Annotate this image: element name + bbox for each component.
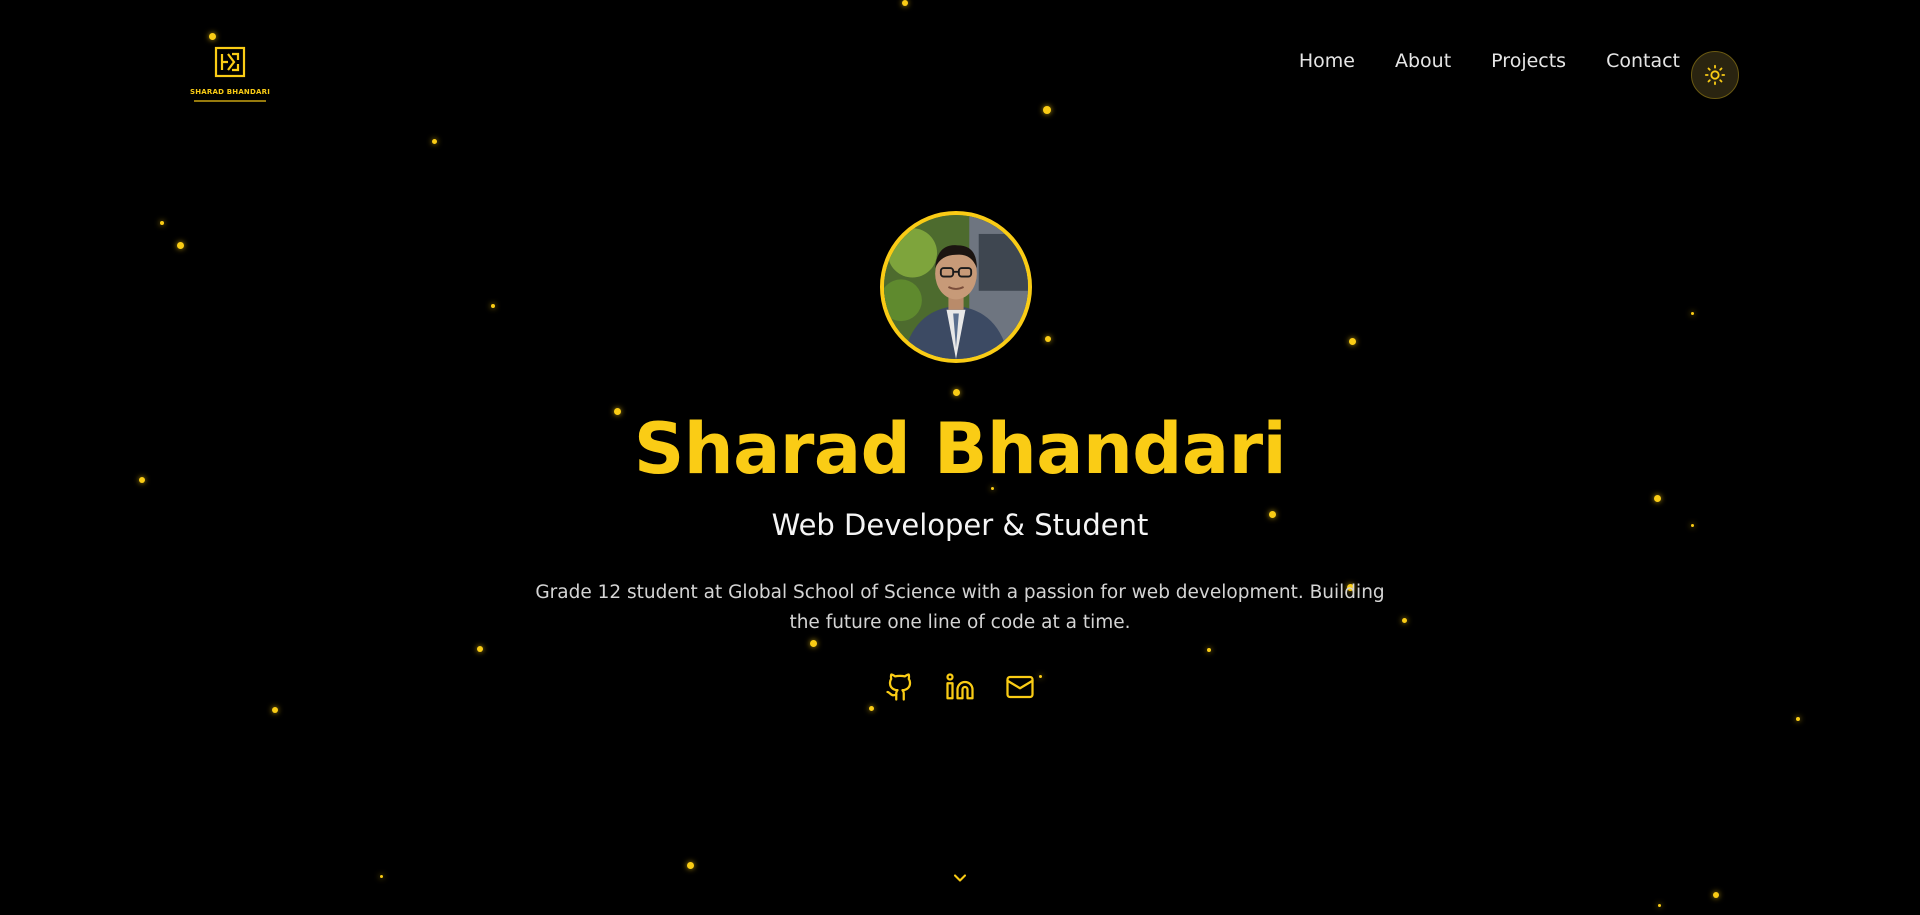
particle-dot [1348,337,1356,345]
linkedin-icon [946,673,974,700]
email-link[interactable] [1005,672,1035,702]
particle-dot [1045,336,1051,342]
particle-dot [1043,106,1051,114]
particle-dot [686,861,694,869]
hero-bio: Grade 12 student at Global School of Sci… [535,582,1385,633]
particle-dot [491,304,495,308]
particle-dot [431,138,437,144]
github-link[interactable] [885,672,915,702]
particle-dot [1690,311,1694,315]
logo-underline [194,100,266,102]
particle-dot [1207,648,1211,652]
particle-dot [1713,892,1719,898]
logo-text: SHARAD BHANDARI [189,88,271,96]
particle-dot [1796,717,1800,721]
particle-dot [868,705,874,711]
chevron-down-icon[interactable] [950,868,970,888]
page: SHARAD BHANDARI Home About Projects Cont… [0,0,1920,915]
nav-about[interactable]: About [1395,50,1451,72]
linkedin-link[interactable] [945,672,975,702]
particle-dot [1653,494,1661,502]
sb-monogram-icon [214,46,246,78]
particle-dot [1657,903,1661,907]
theme-toggle-button[interactable] [1691,51,1739,99]
nav-projects[interactable]: Projects [1491,50,1566,72]
mail-icon [1006,675,1034,699]
hero-role: Web Developer & Student [771,508,1149,542]
particle-dot [1401,617,1407,623]
social-links [0,672,1920,702]
main-nav: Home About Projects Contact [1299,50,1680,72]
particle-dot [477,646,483,652]
profile-avatar [880,211,1032,363]
site-logo[interactable]: SHARAD BHANDARI [180,24,280,124]
github-icon [886,673,912,701]
particle-dot [176,241,184,249]
profile-photo [884,215,1028,359]
nav-home[interactable]: Home [1299,50,1355,72]
hero-name: Sharad Bhandari [633,408,1287,490]
particle-dot [902,0,908,6]
sun-icon [1704,64,1726,86]
particle-dot [160,221,164,225]
particle-dot [379,874,383,878]
particle-dot [952,388,960,396]
particle-dot [272,707,278,713]
nav-contact[interactable]: Contact [1606,50,1680,72]
particle-dot [809,639,817,647]
